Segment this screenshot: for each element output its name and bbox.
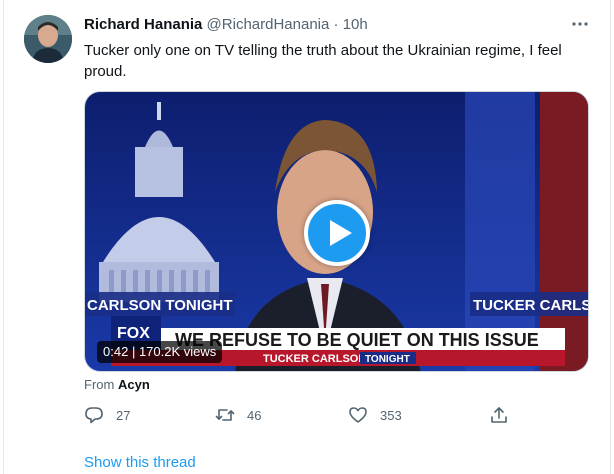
reply-count: 27 [116, 407, 131, 423]
separator-dot: · [333, 16, 339, 33]
reply-icon [84, 405, 104, 425]
video-duration: 0:42 [103, 344, 129, 359]
video-player[interactable]: CARLSON TONIGHT TUCKER CARLSO WE REFUSE … [84, 91, 589, 372]
chyron-show: TUCKER CARLSON [263, 353, 366, 365]
banner-right-text: TUCKER CARLSO [473, 297, 589, 314]
share-icon [489, 405, 509, 425]
show-thread-link[interactable]: Show this thread [84, 453, 196, 473]
stats-separator: | [131, 344, 136, 359]
attribution-source[interactable]: Acyn [118, 377, 150, 392]
network-logo: FOX [117, 325, 150, 342]
author-handle[interactable]: @RichardHanania [207, 16, 330, 33]
chyron-show-suffix: TONIGHT [365, 354, 410, 365]
retweet-icon [215, 405, 235, 425]
reply-button[interactable]: 27 [84, 403, 130, 427]
attribution: From Acyn [84, 376, 150, 394]
play-button[interactable] [304, 200, 370, 266]
avatar-image [24, 15, 72, 63]
like-count: 353 [380, 407, 402, 423]
share-button[interactable] [489, 403, 509, 427]
tweet-card[interactable]: Richard Hanania @RichardHanania · 10h Tu… [3, 0, 611, 474]
more-horizontal-icon[interactable] [570, 14, 590, 34]
tweet-header: Richard Hanania @RichardHanania · 10h [84, 15, 368, 35]
heart-icon [348, 405, 368, 425]
retweet-count: 46 [247, 407, 262, 423]
retweet-button[interactable]: 46 [215, 403, 261, 427]
like-button[interactable]: 353 [348, 403, 402, 427]
tweet-text: Tucker only one on TV telling the truth … [84, 42, 562, 80]
tweet-time[interactable]: 10h [343, 16, 368, 33]
avatar[interactable] [24, 15, 72, 63]
chyron-headline: WE REFUSE TO BE QUIET ON THIS ISSUE [175, 330, 539, 350]
author-name[interactable]: Richard Hanania [84, 16, 202, 33]
video-views: 170.2K views [138, 344, 217, 359]
video-stats: 0:42 | 170.2K views [97, 341, 223, 363]
attribution-prefix: From [84, 377, 115, 392]
banner-left-text: CARLSON TONIGHT [87, 297, 233, 314]
